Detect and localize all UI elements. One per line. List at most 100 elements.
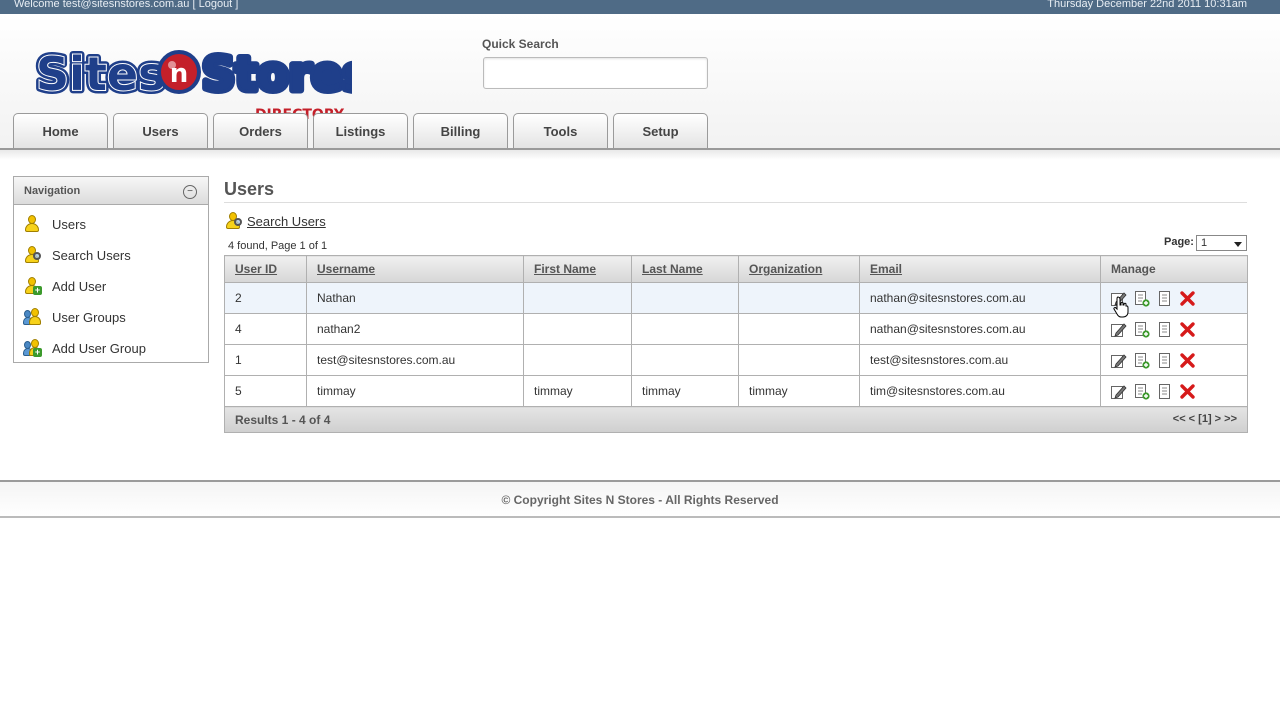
cell-manage [1100,344,1248,376]
pagination[interactable]: << < [1] > >> [1173,413,1237,425]
sidebar-item-users[interactable]: Users [24,213,86,235]
quick-search-input[interactable] [483,57,708,89]
column-header-last-name[interactable]: Last Name [631,255,739,283]
chevron-down-icon [1234,242,1242,247]
sites-n-stores-logo[interactable]: Sites Sites Sites n Stores Stores DIRECT… [32,30,353,123]
sidebar-item-label: Add User Group [52,340,146,356]
cell-first-name [523,313,632,345]
cell-first-name [523,344,632,376]
users-table: User ID Username First Name Last Name Or… [224,255,1248,433]
cell-email: test@sitesnstores.com.au [859,344,1101,376]
edit-icon[interactable] [1110,383,1127,400]
user-icon [24,215,42,233]
sidebar-item-user-groups[interactable]: User Groups [23,306,126,328]
table-row: 2 Nathan nathan@sitesnstores.com.au [224,282,1248,314]
sidebar-item-label: User Groups [52,309,126,325]
cell-first-name [523,282,632,314]
tab-listings[interactable]: Listings [313,113,408,149]
top-bar: Welcome test@sitesnstores.com.au [ Logou… [0,0,1280,14]
tab-orders[interactable]: Orders [213,113,308,149]
document-icon[interactable] [1156,290,1173,307]
cell-manage [1100,375,1248,407]
edit-icon[interactable] [1110,321,1127,338]
cell-organization [738,282,860,314]
page-select[interactable]: 1 [1196,235,1247,251]
cell-user-id: 4 [224,313,307,345]
navigation-title: Navigation [24,185,81,197]
tab-setup[interactable]: Setup [613,113,708,149]
search-users-link[interactable]: Search Users [225,212,326,230]
add-user-icon: + [24,277,42,295]
sidebar-item-add-user[interactable]: + Add User [24,275,106,297]
welcome-text: Welcome test@sitesnstores.com.au [14,0,190,10]
add-document-icon[interactable] [1133,383,1150,400]
cell-user-id: 1 [224,344,307,376]
delete-icon[interactable] [1179,383,1196,400]
table-footer-row: Results 1 - 4 of 4 << < [1] > >> [224,406,1248,433]
collapse-icon[interactable]: − [183,185,197,199]
column-header-email[interactable]: Email [859,255,1101,283]
sidebar-item-label: Add User [52,278,107,294]
date-display: Thursday December 22nd 2011 10:31am [1047,0,1247,10]
edit-icon[interactable] [1110,352,1127,369]
column-header-username[interactable]: Username [306,255,524,283]
cell-organization: timmay [738,375,860,407]
table-header-row: User ID Username First Name Last Name Or… [224,255,1248,283]
column-header-organization[interactable]: Organization [738,255,860,283]
add-user-group-icon: + [23,339,42,357]
quick-search-label: Quick Search [482,37,559,51]
edit-icon[interactable] [1110,290,1127,307]
page-title: Users [224,179,275,199]
svg-text:Stores: Stores [202,47,352,101]
delete-icon[interactable] [1179,352,1196,369]
document-icon[interactable] [1156,352,1173,369]
page-select-value: 1 [1201,237,1208,249]
cell-email: nathan@sitesnstores.com.au [859,313,1101,345]
add-document-icon[interactable] [1133,321,1150,338]
cell-email: tim@sitesnstores.com.au [859,375,1101,407]
sidebar-item-search-users[interactable]: Search Users [24,244,131,266]
cell-email: nathan@sitesnstores.com.au [859,282,1101,314]
document-icon[interactable] [1156,383,1173,400]
user-group-icon [23,308,42,326]
cell-user-id: 2 [224,282,307,314]
tab-billing[interactable]: Billing [413,113,508,149]
table-row: 4 nathan2 nathan@sitesnstores.com.au [224,313,1248,345]
cell-username: test@sitesnstores.com.au [306,344,524,376]
header-divider [0,148,1280,160]
delete-icon[interactable] [1179,321,1196,338]
search-user-icon [24,246,42,264]
column-header-first-name[interactable]: First Name [523,255,632,283]
sidebar-item-add-user-group[interactable]: + Add User Group [23,337,146,359]
search-users-link-label: Search Users [247,213,326,229]
tab-home[interactable]: Home [13,113,108,149]
cell-manage [1100,313,1248,345]
cell-username: timmay [306,375,524,407]
main-tabs: Home Users Orders Listings Billing Tools… [13,113,713,150]
cell-username: nathan2 [306,313,524,345]
delete-icon[interactable] [1179,290,1196,307]
page-label: Page: [1164,236,1194,248]
cell-manage [1100,282,1248,314]
table-footer: Results 1 - 4 of 4 << < [1] > >> [224,406,1248,433]
results-summary: 4 found, Page 1 of 1 [228,240,328,252]
results-count: Results 1 - 4 of 4 [235,412,331,427]
cell-last-name [631,282,739,314]
search-user-icon [225,212,243,230]
logout-link[interactable]: [ Logout ] [192,0,238,10]
table-row: 1 test@sitesnstores.com.au test@sitesnstor… [224,344,1248,376]
add-document-icon[interactable] [1133,290,1150,307]
cell-user-id: 5 [224,375,307,407]
tab-tools[interactable]: Tools [513,113,608,149]
cell-last-name: timmay [631,375,739,407]
svg-text:n: n [170,59,189,89]
navigation-header: Navigation − [14,177,208,205]
add-document-icon[interactable] [1133,352,1150,369]
column-header-user-id[interactable]: User ID [224,255,307,283]
cell-username: Nathan [306,282,524,314]
welcome-area: Welcome test@sitesnstores.com.au [ Logou… [14,0,238,10]
document-icon[interactable] [1156,321,1173,338]
tab-users[interactable]: Users [113,113,208,149]
column-header-manage: Manage [1100,255,1248,283]
copyright-text: © Copyright Sites N Stores - All Rights … [501,493,779,507]
